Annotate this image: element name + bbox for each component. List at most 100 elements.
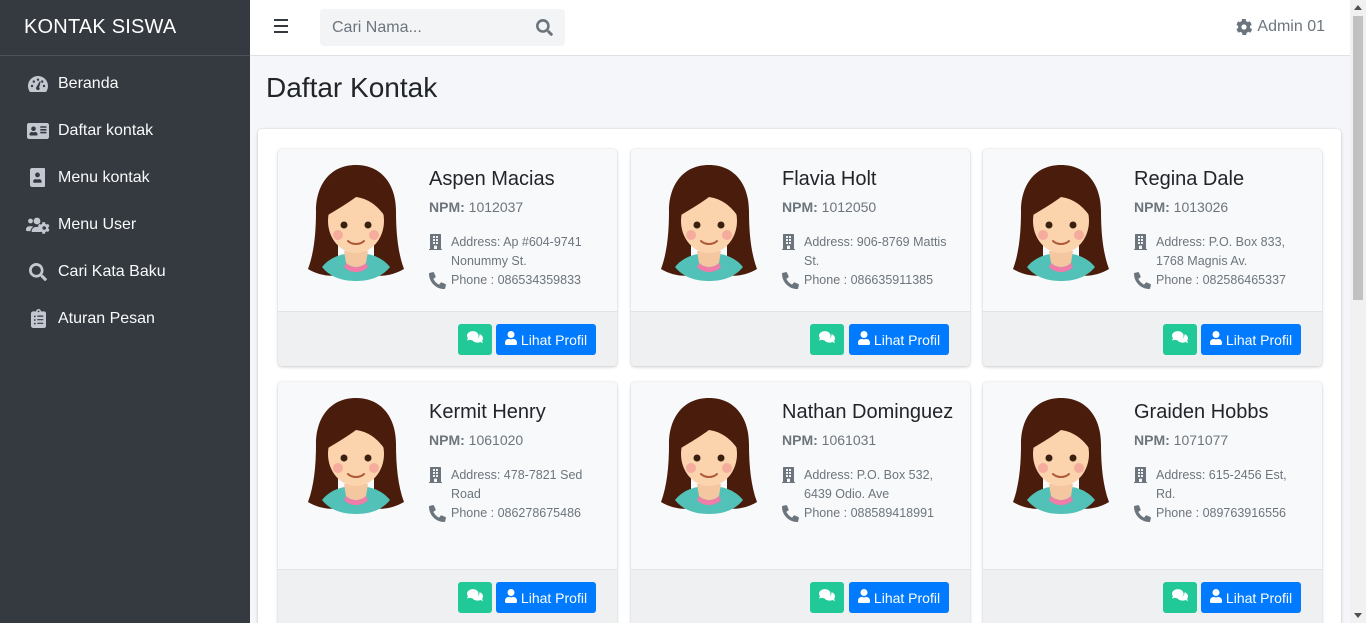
phone-icon <box>429 504 451 528</box>
contact-address: Address: 906-8769 Mattis St. <box>782 233 957 271</box>
card-footer: Lihat Profil <box>631 311 970 366</box>
chat-button[interactable] <box>810 582 844 613</box>
comments-icon <box>467 588 484 607</box>
card-footer: Lihat Profil <box>983 569 1322 623</box>
contact-name: Regina Dale <box>1134 168 1245 190</box>
contact-name: Kermit Henry <box>429 401 546 423</box>
sidebar-nav: Beranda Daftar kontak Menu kontak Menu U… <box>0 56 250 342</box>
building-icon <box>1134 233 1156 271</box>
sidebar-item-label: Daftar kontak <box>58 121 154 139</box>
comments-icon <box>819 588 836 607</box>
gear-icon <box>1236 19 1253 35</box>
sidebar-item-label: Beranda <box>58 74 119 92</box>
sidebar-item-daftar-kontak[interactable]: Daftar kontak <box>0 107 250 154</box>
contact-phone: Phone : 086278675486 <box>429 504 604 528</box>
phone-icon <box>782 271 804 295</box>
search-icon[interactable] <box>536 19 553 37</box>
comments-icon <box>1172 588 1189 607</box>
sidebar-item-label: Menu kontak <box>58 168 150 186</box>
sidebar-item-cari-kata-baku[interactable]: Cari Kata Baku <box>0 248 250 295</box>
sidebar-item-aturan-pesan[interactable]: Aturan Pesan <box>0 295 250 342</box>
scrollbar[interactable] <box>1350 0 1366 623</box>
comments-icon <box>467 330 484 349</box>
menu-toggle-icon[interactable] <box>274 19 288 33</box>
sidebar-item-menu-user[interactable]: Menu User <box>0 201 250 248</box>
sidebar-item-label: Aturan Pesan <box>58 309 155 327</box>
tachometer-icon <box>26 74 50 94</box>
card-footer: Lihat Profil <box>278 569 617 623</box>
contact-name: Aspen Macias <box>429 168 555 190</box>
contact-address: Address: P.O. Box 833, 1768 Magnis Av. <box>1134 233 1309 271</box>
user-menu[interactable]: Admin 01 <box>1236 18 1325 36</box>
scroll-thumb[interactable] <box>1353 16 1363 300</box>
building-icon <box>782 233 804 271</box>
view-profile-button[interactable]: Lihat Profil <box>496 582 596 613</box>
sidebar-item-beranda[interactable]: Beranda <box>0 60 250 107</box>
user-label: Admin 01 <box>1257 18 1325 35</box>
avatar <box>1013 163 1109 281</box>
card-footer: Lihat Profil <box>983 311 1322 366</box>
building-icon <box>429 466 451 504</box>
view-profile-button[interactable]: Lihat Profil <box>496 324 596 355</box>
search-icon <box>26 262 50 282</box>
avatar <box>661 163 757 281</box>
building-icon <box>1134 466 1156 504</box>
phone-icon <box>429 271 451 295</box>
chat-button[interactable] <box>458 324 492 355</box>
card-footer: Lihat Profil <box>278 311 617 366</box>
contact-address: Address: P.O. Box 532, 6439 Odio. Ave <box>782 466 957 504</box>
scroll-down-arrow[interactable] <box>1354 613 1362 618</box>
address-book-icon <box>26 168 50 188</box>
sidebar-item-label: Cari Kata Baku <box>58 262 166 280</box>
chat-button[interactable] <box>1163 582 1197 613</box>
search-input[interactable] <box>320 18 520 37</box>
brand[interactable]: KONTAK SISWA <box>0 0 250 56</box>
address-card-icon <box>26 121 50 141</box>
user-icon <box>1209 589 1226 606</box>
phone-icon <box>1134 504 1156 528</box>
contact-npm: NPM: 1012037 <box>429 199 524 215</box>
contact-phone: Phone : 086635911385 <box>782 271 957 295</box>
contact-npm: NPM: 1013026 <box>1134 199 1229 215</box>
contact-name: Nathan Dominguez <box>782 401 954 423</box>
avatar <box>308 396 404 514</box>
phone-icon <box>1134 271 1156 295</box>
contact-npm: NPM: 1071077 <box>1134 432 1229 448</box>
contact-card: Nathan Dominguez NPM: 1061031 Address: P… <box>631 382 970 623</box>
contact-phone: Phone : 086534359833 <box>429 271 604 295</box>
contact-npm: NPM: 1061031 <box>782 432 877 448</box>
sidebar-item-menu-kontak[interactable]: Menu kontak <box>0 154 250 201</box>
building-icon <box>429 233 451 271</box>
contact-npm: NPM: 1012050 <box>782 199 877 215</box>
sidebar: KONTAK SISWA Beranda Daftar kontak Menu … <box>0 0 250 623</box>
user-icon <box>504 331 521 348</box>
users-cog-icon <box>26 215 50 235</box>
view-profile-button[interactable]: Lihat Profil <box>1201 582 1301 613</box>
chat-button[interactable] <box>810 324 844 355</box>
scroll-up-arrow[interactable] <box>1354 5 1362 10</box>
user-icon <box>857 331 874 348</box>
contact-phone: Phone : 089763916556 <box>1134 504 1309 528</box>
sidebar-item-label: Menu User <box>58 215 137 233</box>
view-profile-button[interactable]: Lihat Profil <box>849 582 949 613</box>
contact-address: Address: Ap #604-9741 Nonummy St. <box>429 233 604 271</box>
card-footer: Lihat Profil <box>631 569 970 623</box>
view-profile-button[interactable]: Lihat Profil <box>1201 324 1301 355</box>
brand-text: KONTAK SISWA <box>24 16 177 38</box>
view-profile-button[interactable]: Lihat Profil <box>849 324 949 355</box>
topbar: Admin 01 <box>250 0 1350 56</box>
contact-phone: Phone : 088589418991 <box>782 504 957 528</box>
search-box <box>320 9 565 46</box>
chat-button[interactable] <box>1163 324 1197 355</box>
contact-name: Graiden Hobbs <box>1134 401 1269 423</box>
clipboard-list-icon <box>26 309 50 329</box>
comments-icon <box>1172 330 1189 349</box>
contact-address: Address: 478-7821 Sed Road <box>429 466 604 504</box>
chat-button[interactable] <box>458 582 492 613</box>
phone-icon <box>782 504 804 528</box>
contact-card: Graiden Hobbs NPM: 1071077 Address: 615-… <box>983 382 1322 623</box>
user-icon <box>1209 331 1226 348</box>
contact-name: Flavia Holt <box>782 168 877 190</box>
page-title: Daftar Kontak <box>266 72 438 103</box>
contact-card: Aspen Macias NPM: 1012037 Address: Ap #6… <box>278 149 617 366</box>
